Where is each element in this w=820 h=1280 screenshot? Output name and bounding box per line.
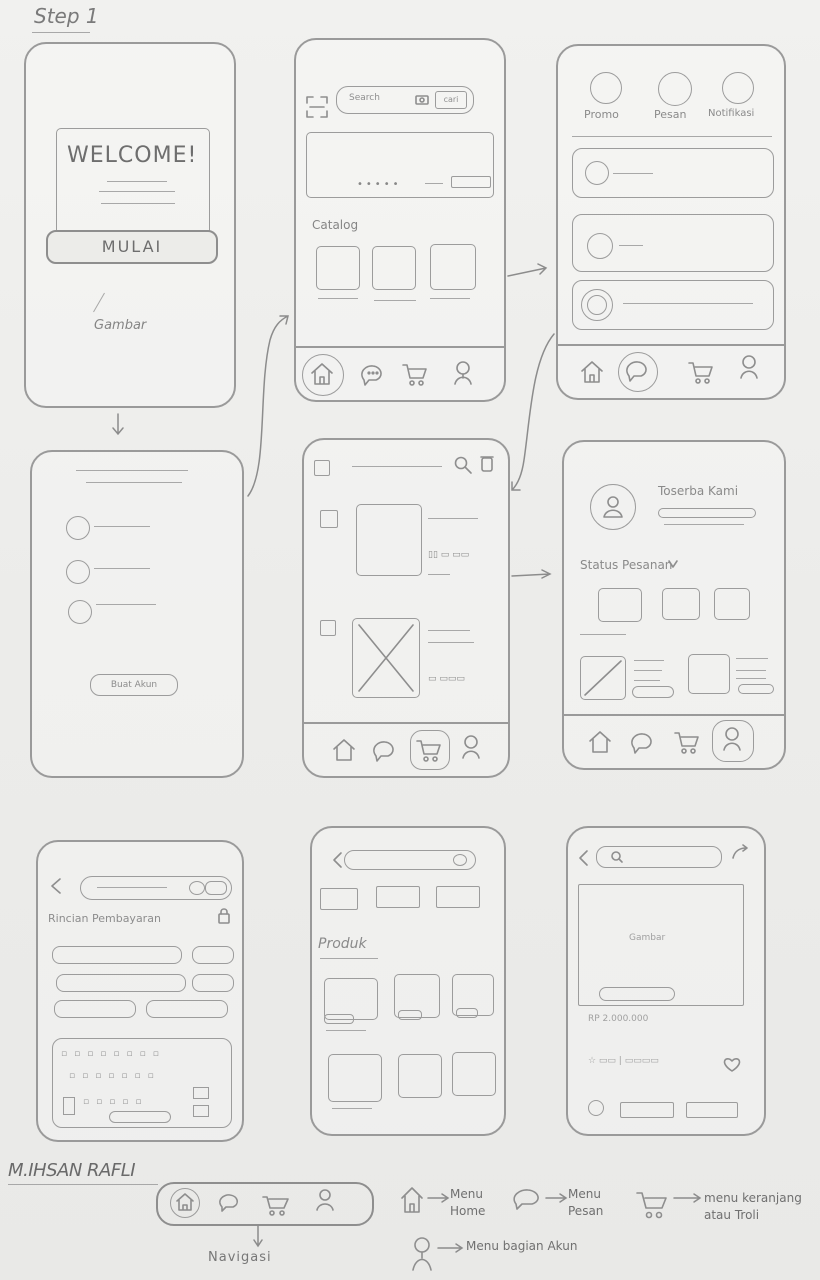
legend-account-label: Menu bagian Akun: [466, 1239, 578, 1253]
